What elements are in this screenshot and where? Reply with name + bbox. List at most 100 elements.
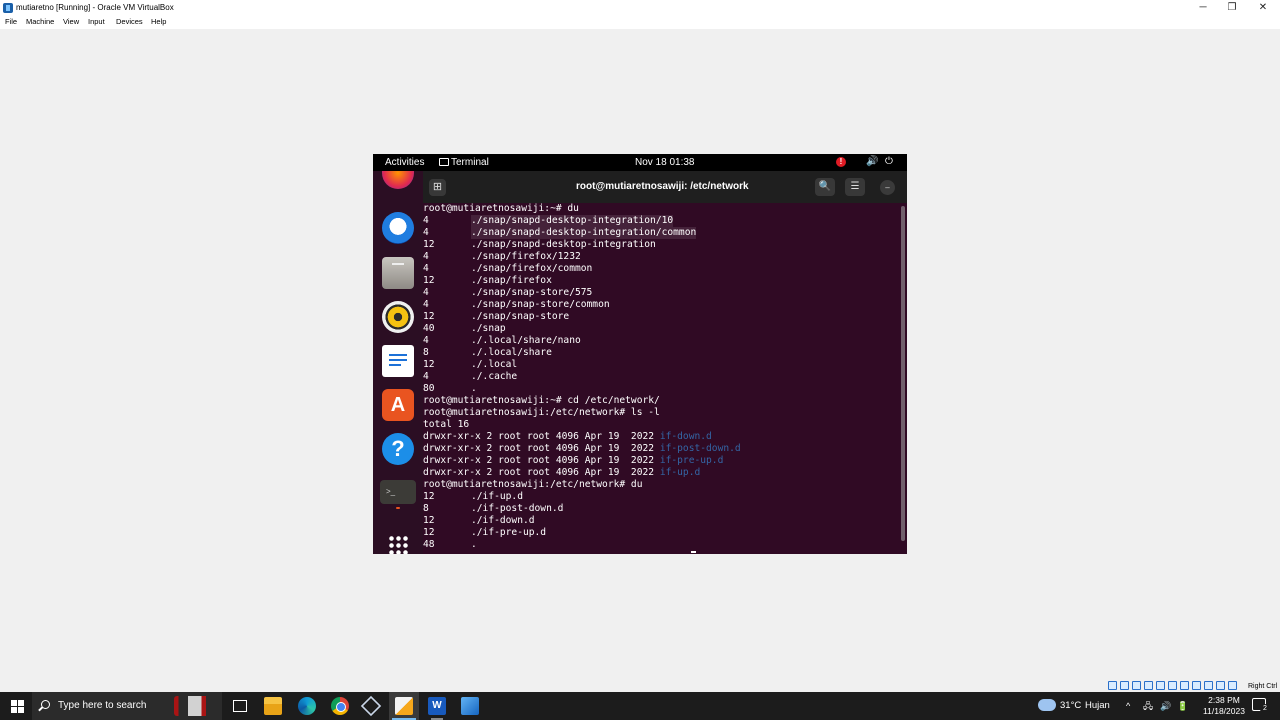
menu-file[interactable]: File — [5, 17, 17, 27]
terminal-line: 4 ./snap/snapd-desktop-integration/10 — [423, 215, 901, 227]
power-icon[interactable]: ⏻ — [885, 156, 893, 168]
update-alert-icon[interactable]: ! — [836, 157, 846, 167]
new-tab-button[interactable]: ⊞ — [429, 179, 446, 196]
menu-input[interactable]: Input — [88, 17, 105, 27]
thunderbird-icon[interactable] — [382, 212, 414, 244]
running-indicator — [396, 507, 400, 509]
network-status-icon[interactable] — [1144, 681, 1153, 690]
rhythmbox-icon[interactable] — [382, 301, 414, 333]
du-path: ./snap — [471, 323, 506, 334]
vbox-status-icons — [1108, 681, 1240, 692]
windows-logo-icon — [11, 700, 17, 706]
gnome-top-bar: Activities Terminal Nov 18 01:38 ! 🔊 ⏻ — [373, 154, 907, 171]
taskbar-time[interactable]: 2:38 PM — [1199, 695, 1249, 705]
app-menu-terminal[interactable]: Terminal — [439, 157, 489, 169]
terminal-line: 12 ./snap/snap-store — [423, 311, 901, 323]
task-view-icon[interactable] — [233, 700, 247, 712]
du-size: 4 — [423, 227, 429, 238]
du-path: ./if-up.d — [471, 491, 523, 502]
du-size: 4 — [423, 251, 429, 262]
du-size: 12 — [423, 239, 435, 250]
weather-rain-icon[interactable] — [1038, 699, 1056, 711]
app-center-icon[interactable]: A — [382, 389, 414, 421]
help-icon[interactable]: ? — [382, 433, 414, 465]
network-icon[interactable]: 🖧 — [1143, 701, 1153, 711]
search-button[interactable]: 🔍 — [815, 178, 835, 196]
activities-button[interactable]: Activities — [385, 157, 424, 169]
directory-name: if-pre-up.d — [659, 455, 724, 466]
du-size: 4 — [423, 335, 429, 346]
terminal-header-bar: ⊞ root@mutiaretnosawiji: /etc/network 🔍 … — [423, 171, 907, 203]
close-window-button[interactable]: ✕ — [1246, 0, 1280, 15]
shared-folders-status-icon[interactable] — [1168, 681, 1177, 690]
du-path: ./snap/snapd-desktop-integration — [471, 239, 656, 250]
virtualbox-icon — [3, 3, 13, 13]
chrome-icon[interactable] — [331, 697, 349, 715]
virtualbox-vm-icon[interactable] — [395, 697, 413, 715]
terminal-output[interactable]: root@mutiaretnosawiji:~# du 4 ./snap/snapd… — [423, 203, 901, 554]
display-status-icon[interactable] — [1180, 681, 1189, 690]
du-size: 12 — [423, 515, 435, 526]
start-button[interactable] — [0, 692, 32, 720]
word-icon[interactable]: W — [428, 697, 446, 715]
usb-status-icon[interactable] — [1156, 681, 1165, 690]
audio-status-icon[interactable] — [1132, 681, 1141, 690]
recording-status-icon[interactable] — [1192, 681, 1201, 690]
du-path: ./.cache — [471, 371, 518, 382]
terminal-icon[interactable]: >_ — [380, 480, 416, 504]
firefox-icon[interactable] — [382, 171, 414, 189]
volume-icon[interactable]: 🔊 — [866, 156, 878, 168]
restore-window-button[interactable]: ❐ — [1215, 0, 1249, 15]
du-path: ./snap/snap-store — [471, 311, 570, 322]
taskbar-date[interactable]: 11/18/2023 — [1199, 706, 1249, 716]
menu-machine[interactable]: Machine — [26, 17, 54, 27]
chevron-up-icon[interactable]: ^ — [1126, 701, 1130, 711]
optical-drive-status-icon[interactable] — [1120, 681, 1129, 690]
terminal-line: drwxr-xr-x 2 root root 4096 Apr 19 2022 … — [423, 455, 901, 467]
paint-icon[interactable] — [461, 697, 479, 715]
terminal-line: 12 ./if-pre-up.d — [423, 527, 901, 539]
search-highlight-icon[interactable] — [174, 696, 220, 716]
host-key-label: Right Ctrl — [1248, 683, 1278, 690]
hard-disk-status-icon[interactable] — [1108, 681, 1117, 690]
terminal-line: 8 ./.local/share — [423, 347, 901, 359]
virtualbox-manager-icon[interactable] — [360, 695, 382, 717]
libreoffice-writer-icon[interactable] — [382, 345, 414, 377]
du-size: 8 — [423, 503, 429, 514]
directory-name: if-post-down.d — [659, 443, 741, 454]
battery-icon[interactable]: 🔋 — [1177, 701, 1188, 711]
terminal-line: root@mutiaretnosawiji:/etc/network# ls -… — [423, 407, 901, 419]
terminal-line: 4 ./snap/firefox/1232 — [423, 251, 901, 263]
line-text: drwxr-xr-x 2 root root 4096 Apr 19 2022 — [423, 455, 660, 466]
files-icon[interactable] — [382, 257, 414, 289]
taskbar-search-box[interactable]: Type here to search — [32, 692, 222, 720]
weather-temperature[interactable]: 31°C — [1060, 700, 1081, 712]
vm-display[interactable]: Activities Terminal Nov 18 01:38 ! 🔊 ⏻ A… — [373, 154, 907, 554]
edge-icon[interactable] — [298, 697, 316, 715]
du-path: ./snap/firefox/1232 — [471, 251, 581, 262]
line-text: drwxr-xr-x 2 root root 4096 Apr 19 2022 — [423, 443, 660, 454]
file-explorer-icon[interactable] — [264, 697, 282, 715]
vt-status-icon[interactable] — [1204, 681, 1213, 690]
du-path: ./snap/firefox — [471, 275, 552, 286]
keyboard-capture-icon[interactable] — [1228, 681, 1237, 690]
terminal-line: 4 ./snap/snapd-desktop-integration/common — [423, 227, 901, 239]
menu-devices[interactable]: Devices — [116, 17, 143, 27]
line-text: root@mutiaretnosawiji:~# du — [423, 203, 579, 214]
windows-taskbar: Type here to search W 31°C Hujan ^ 🖧 🔊 🔋… — [0, 692, 1280, 720]
show-apps-icon[interactable] — [388, 535, 408, 554]
terminal-scrollbar[interactable] — [901, 206, 905, 541]
du-path: ./.local — [471, 359, 518, 370]
menu-help[interactable]: Help — [151, 17, 166, 27]
mouse-integration-icon[interactable] — [1216, 681, 1225, 690]
weather-description[interactable]: Hujan — [1085, 700, 1110, 712]
app-menu-label: Terminal — [451, 157, 489, 168]
terminal-line: root@mutiaretnosawiji:/etc/network# du — [423, 479, 901, 491]
clock[interactable]: Nov 18 01:38 — [635, 157, 695, 169]
windows-logo-part — [18, 700, 24, 706]
hamburger-menu-button[interactable]: ☰ — [845, 178, 865, 196]
speaker-icon[interactable]: 🔊 — [1160, 701, 1171, 711]
minimize-button[interactable]: – — [880, 180, 895, 195]
menu-view[interactable]: View — [63, 17, 79, 27]
vbox-title-bar: mutiaretno [Running] - Oracle VM Virtual… — [0, 0, 1280, 15]
